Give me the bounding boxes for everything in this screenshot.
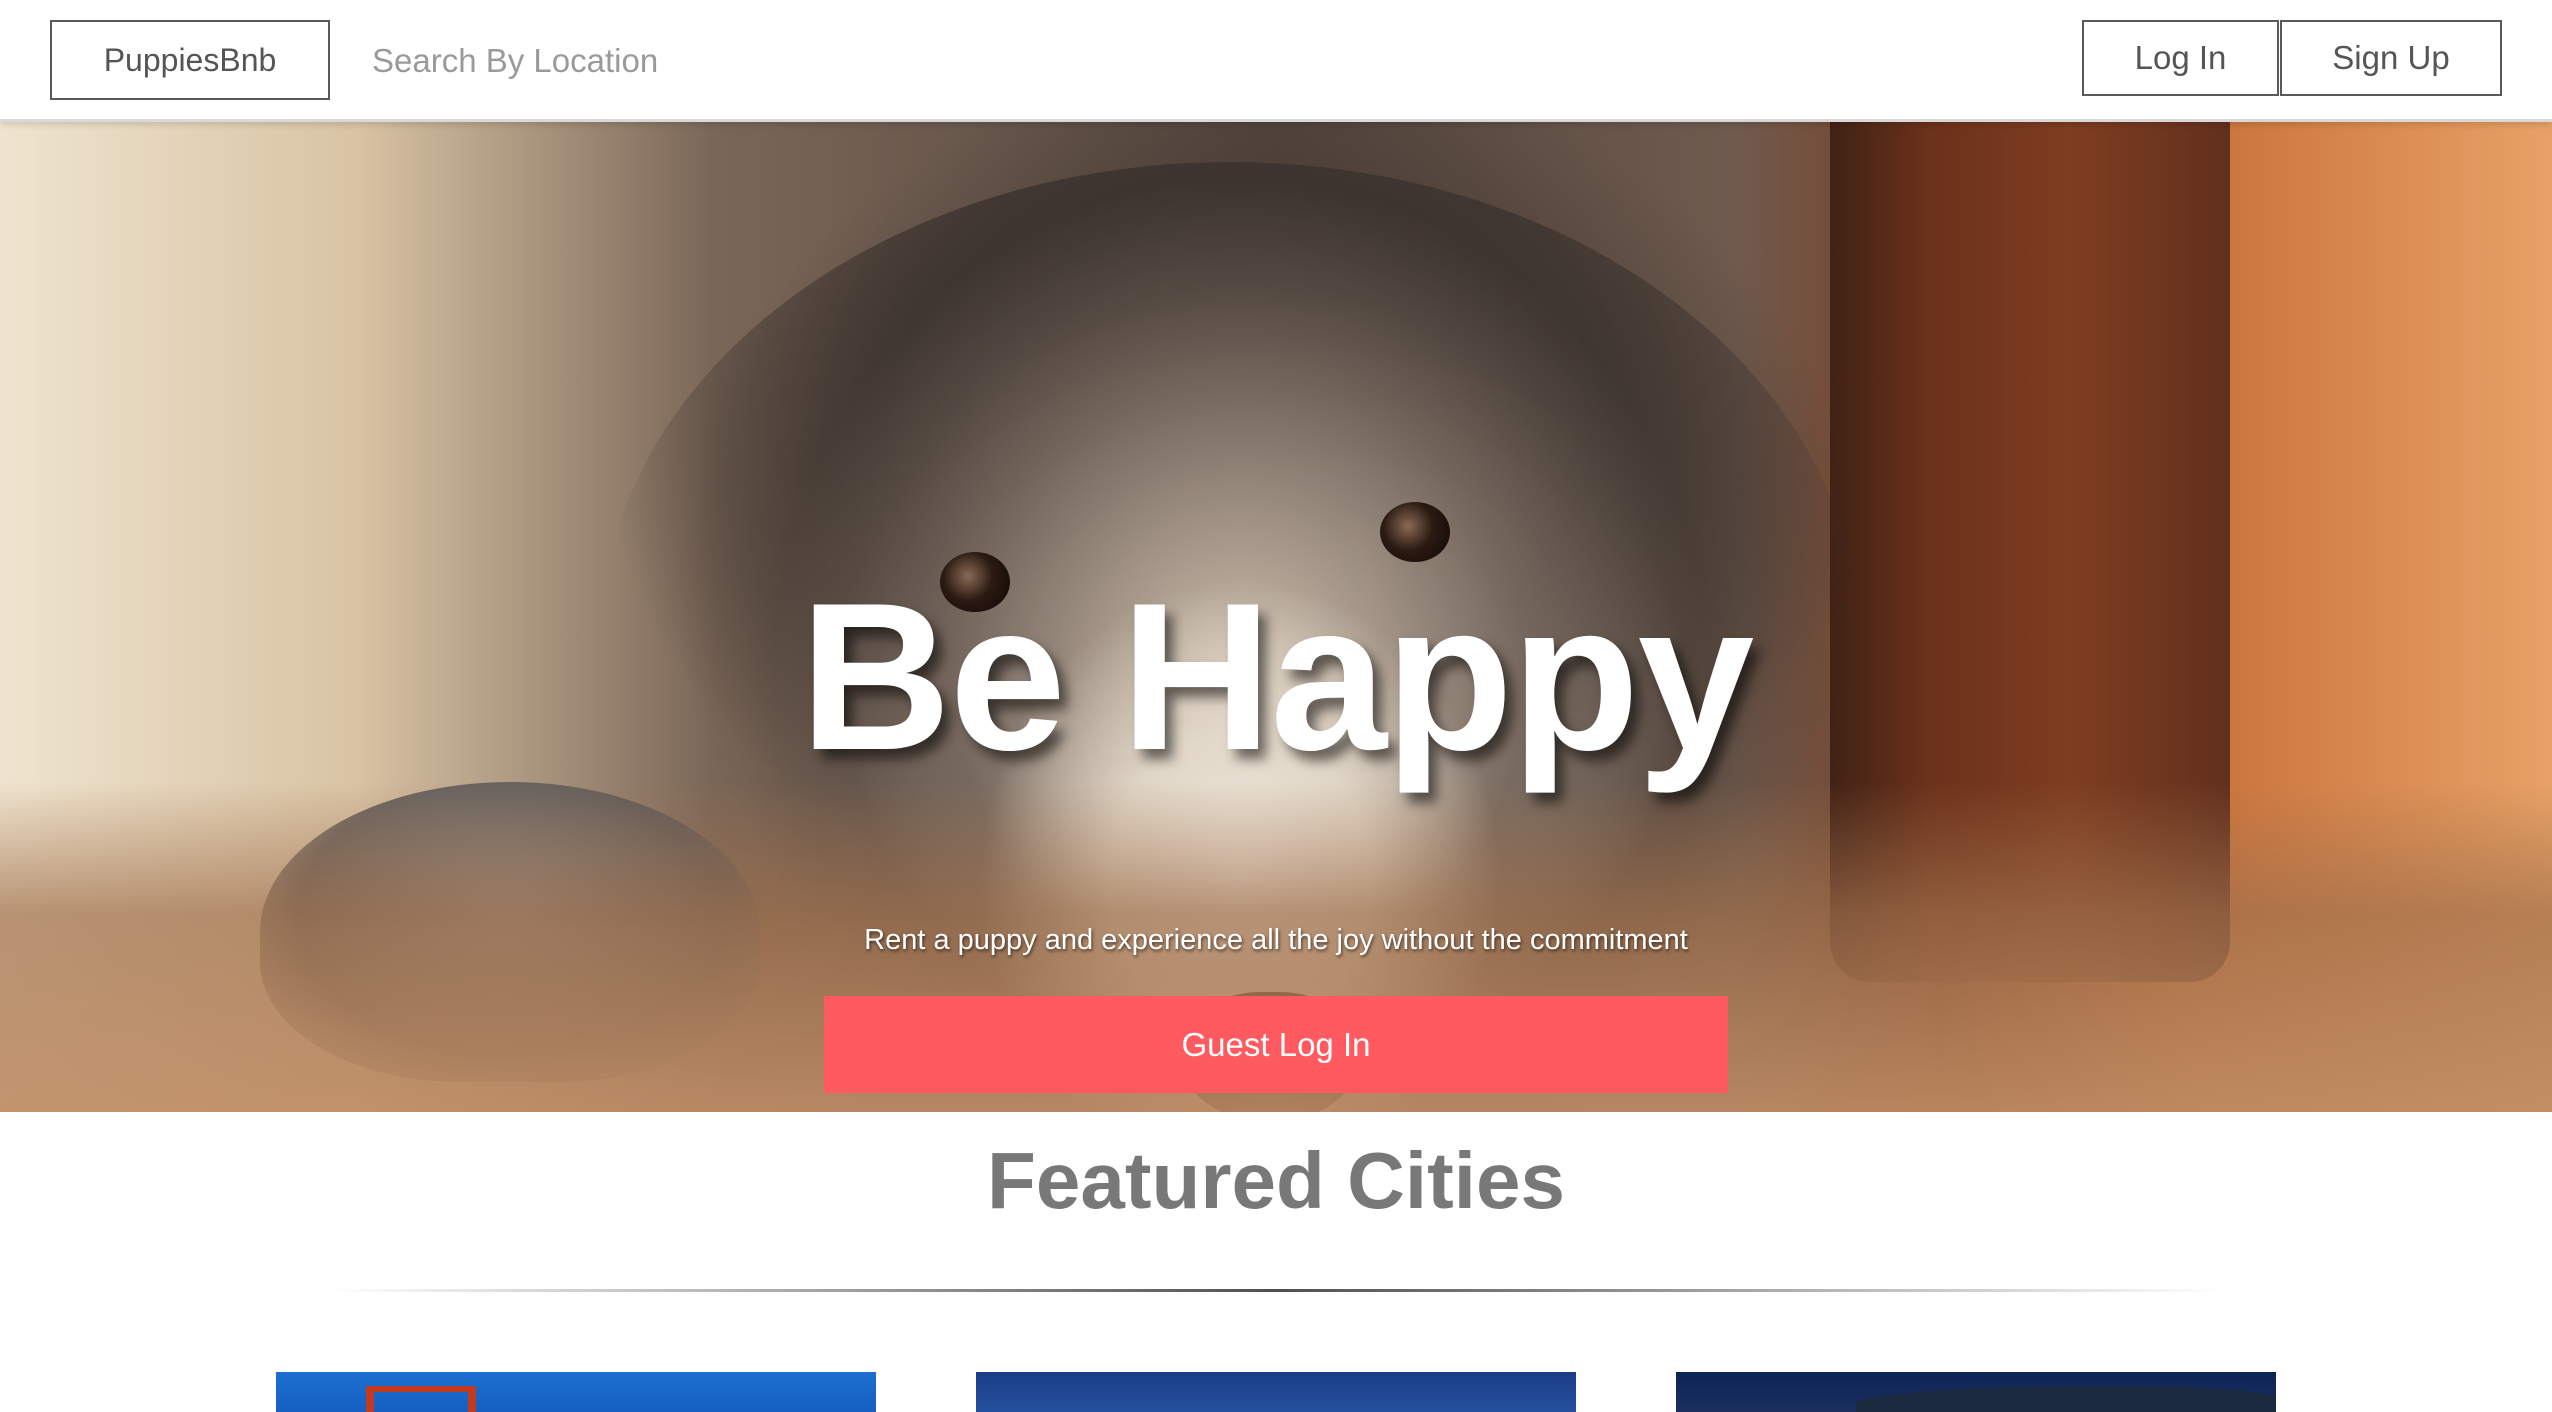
login-button[interactable]: Log In [2082,20,2279,96]
hero-title: Be Happy [799,559,1755,794]
hero-banner: Be Happy Rent a puppy and experience all… [0,122,2552,1112]
signup-button[interactable]: Sign Up [2280,20,2502,96]
search-location-input[interactable] [370,28,970,94]
featured-cities-heading: Featured Cities [987,1136,1565,1225]
section-divider [330,1289,2222,1292]
login-label: Log In [2134,39,2227,76]
skyline-image [1856,1386,2276,1412]
guest-login-button[interactable]: Guest Log In [824,996,1728,1093]
brand-label: PuppiesBnb [103,41,277,78]
city-card[interactable] [276,1372,876,1412]
hero-puppy-eye-right [1380,502,1450,562]
bridge-image [366,1386,476,1412]
brand-home-button[interactable]: PuppiesBnb [50,20,330,100]
top-navbar: PuppiesBnb Log In Sign Up [0,0,2552,122]
city-card[interactable] [1676,1372,2276,1412]
guest-login-label: Guest Log In [1181,1025,1371,1063]
hero-subtitle: Rent a puppy and experience all the joy … [864,924,1688,956]
signup-label: Sign Up [2332,39,2450,76]
city-card[interactable] [976,1372,1576,1412]
